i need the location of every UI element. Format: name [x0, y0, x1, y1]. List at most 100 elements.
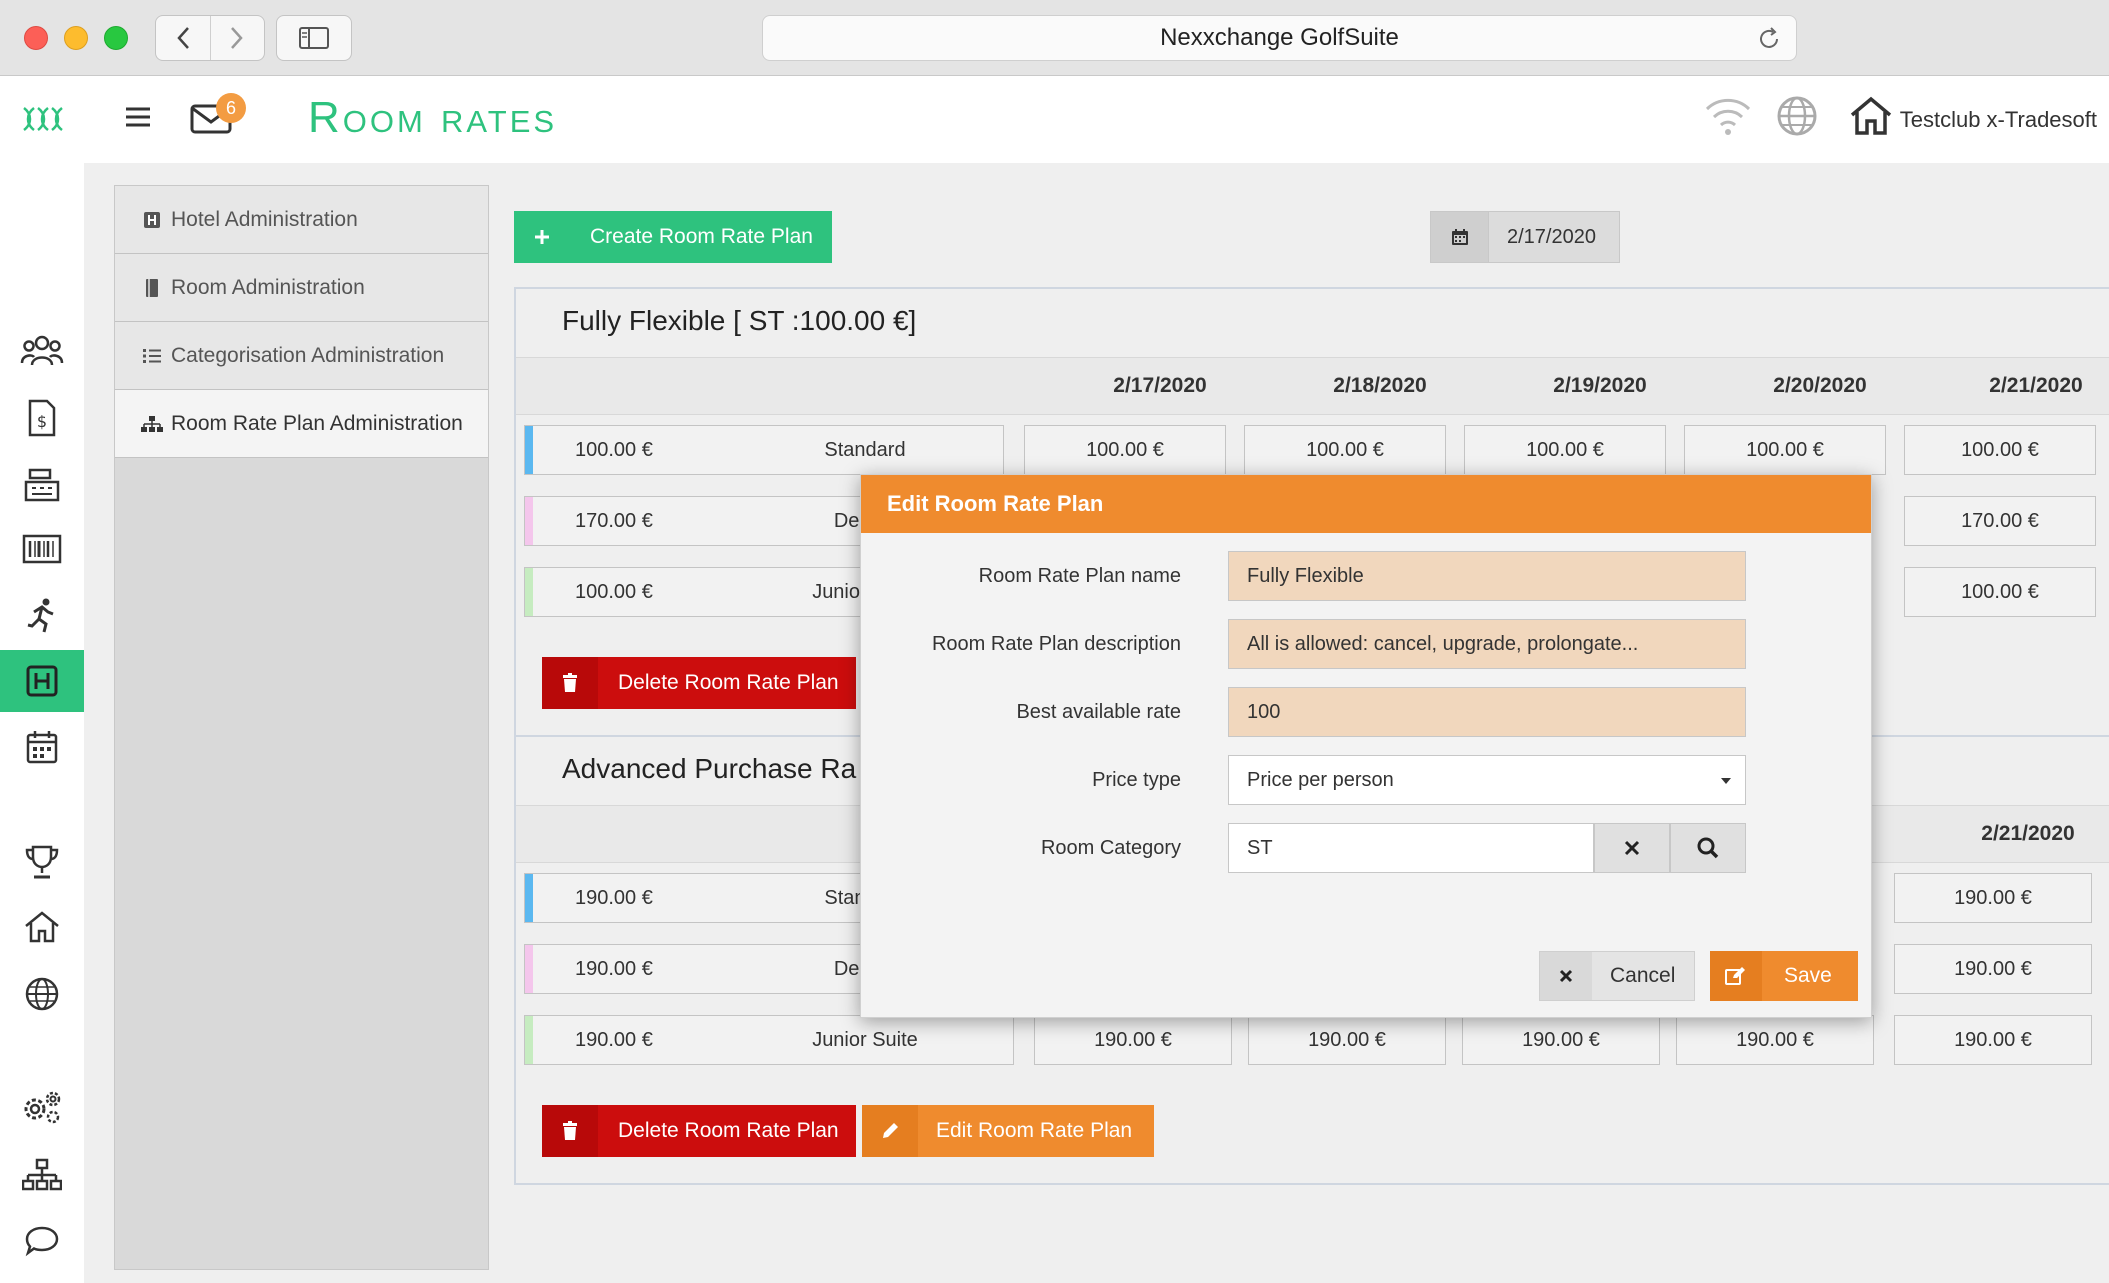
address-bar[interactable]: Nexxchange GolfSuite	[762, 15, 1797, 61]
rail-invoices[interactable]: $	[0, 387, 84, 449]
clear-category-button[interactable]	[1594, 823, 1670, 873]
room-rate-plan-name-input[interactable]: Fully Flexible	[1228, 551, 1746, 601]
rate-cell[interactable]: 100.00 €	[1684, 425, 1886, 475]
admin-menu-room[interactable]: Room Administration	[115, 254, 488, 322]
row-base-price: 190.00 €	[575, 887, 653, 909]
create-room-rate-plan-label: Create Room Rate Plan	[590, 225, 813, 248]
menu-icon[interactable]	[124, 105, 152, 129]
rail-chat[interactable]	[0, 1210, 84, 1272]
form-row-name: Room Rate Plan name Fully Flexible	[861, 551, 1873, 601]
create-room-rate-plan-button[interactable]: Create Room Rate Plan	[514, 211, 832, 263]
rail-home[interactable]	[0, 896, 84, 958]
description-label: Room Rate Plan description	[931, 633, 1181, 655]
rate-cell[interactable]: 100.00 €	[1464, 425, 1666, 475]
cancel-label: Cancel	[1610, 964, 1676, 987]
plan-title: Fully Flexible [ ST :100.00 €]	[562, 305, 917, 336]
rail-web[interactable]	[0, 963, 84, 1025]
rail-calendar[interactable]	[0, 716, 84, 778]
app-header: 6 Room rates Testclub x-Tradesoft	[0, 77, 2109, 163]
date-column-header: 2/21/2020	[1981, 822, 2075, 845]
globe-icon[interactable]	[1776, 95, 1818, 137]
chevron-right-icon	[231, 27, 243, 49]
admin-menu-hotel[interactable]: Hotel Administration	[115, 186, 488, 254]
date-column-header: 2/21/2020	[1989, 374, 2083, 397]
row-base-price: 190.00 €	[575, 1029, 653, 1051]
admin-menu-label: Room Administration	[171, 275, 365, 299]
rate-cell[interactable]: 170.00 €	[1904, 496, 2096, 546]
back-button[interactable]	[156, 16, 211, 60]
date-picker[interactable]: 2/17/2020	[1430, 211, 1620, 263]
dialog-title: Edit Room Rate Plan	[861, 475, 1871, 533]
admin-menu-label: Categorisation Administration	[171, 343, 445, 367]
forward-button[interactable]	[211, 16, 265, 60]
rate-cell[interactable]: 190.00 €	[1248, 1015, 1446, 1065]
delete-room-rate-plan-button[interactable]: Delete Room Rate Plan	[542, 657, 856, 709]
date-column-header: 2/17/2020	[1113, 374, 1207, 397]
home-icon[interactable]	[1848, 95, 1894, 137]
delete-room-rate-plan-button[interactable]: Delete Room Rate Plan	[542, 1105, 856, 1157]
book-icon	[141, 278, 163, 298]
edit-room-rate-plan-button[interactable]: Edit Room Rate Plan	[862, 1105, 1154, 1157]
rail-barcode[interactable]	[0, 518, 84, 580]
room-rate-plan-description-input[interactable]: All is allowed: cancel, upgrade, prolong…	[1228, 619, 1746, 669]
admin-menu-room-rate-plan[interactable]: Room Rate Plan Administration	[115, 390, 488, 458]
close-window-button[interactable]	[24, 26, 48, 50]
row-base-price: 170.00 €	[575, 510, 653, 532]
caret-down-icon	[1721, 778, 1731, 784]
rate-cell[interactable]: 190.00 €	[1894, 944, 2092, 994]
form-row-description: Room Rate Plan description All is allowe…	[861, 619, 1873, 669]
room-category-input[interactable]: ST	[1228, 823, 1594, 873]
row-color-bar	[525, 945, 533, 993]
search-category-button[interactable]	[1670, 823, 1746, 873]
close-icon	[1624, 840, 1640, 856]
price-type-label: Price type	[1092, 769, 1181, 791]
name-label: Room Rate Plan name	[978, 565, 1181, 587]
search-icon	[1697, 837, 1719, 859]
app-logo-icon[interactable]	[20, 104, 64, 134]
rail-hotel[interactable]	[0, 650, 84, 712]
calendar-icon	[1431, 212, 1489, 262]
chat-icon	[25, 1226, 59, 1257]
reload-icon[interactable]	[1756, 26, 1782, 52]
globe-icon	[25, 977, 59, 1011]
gears-icon	[24, 1091, 61, 1124]
edit-room-rate-plan-dialog: Edit Room Rate Plan Room Rate Plan name …	[860, 474, 1872, 1018]
row-base-price: 100.00 €	[575, 439, 653, 461]
rail-cashier[interactable]	[0, 454, 84, 516]
sitemap-icon	[141, 415, 163, 433]
rate-cell[interactable]: 190.00 €	[1894, 1015, 2092, 1065]
plus-icon	[514, 211, 570, 263]
minimize-window-button[interactable]	[64, 26, 88, 50]
rail-tournaments[interactable]	[0, 831, 84, 893]
row-base-price: 100.00 €	[575, 581, 653, 603]
rate-cell[interactable]: 190.00 €	[1894, 873, 2092, 923]
rail-members[interactable]	[0, 320, 84, 382]
rate-cell[interactable]: 100.00 €	[1024, 425, 1226, 475]
admin-menu-categorisation[interactable]: Categorisation Administration	[115, 322, 488, 390]
rail-activities[interactable]	[0, 585, 84, 647]
list-icon	[141, 348, 163, 364]
rate-cell[interactable]: 100.00 €	[1904, 567, 2096, 617]
rate-cell[interactable]: 100.00 €	[1244, 425, 1446, 475]
rate-cell[interactable]: 190.00 €	[1676, 1015, 1874, 1065]
rate-cell[interactable]: 190.00 €	[1034, 1015, 1232, 1065]
rail-structure[interactable]	[0, 1144, 84, 1206]
rate-cell[interactable]: 190.00 €	[1462, 1015, 1660, 1065]
rate-cell[interactable]: 100.00 €	[1904, 425, 2096, 475]
club-name[interactable]: Testclub x-Tradesoft	[1900, 107, 2097, 133]
cancel-button[interactable]: Cancel	[1539, 951, 1695, 1001]
wifi-icon	[1705, 98, 1751, 135]
price-type-select[interactable]: Price per person	[1228, 755, 1746, 805]
sidebar-toggle-button[interactable]	[276, 15, 352, 61]
zoom-window-button[interactable]	[104, 26, 128, 50]
row-color-bar	[525, 497, 533, 545]
form-row-price-type: Price type Price per person	[861, 755, 1873, 805]
page-url-title: Nexxchange GolfSuite	[1160, 24, 1399, 51]
form-row-room-category: Room Category ST	[861, 823, 1873, 873]
save-button[interactable]: Save	[1710, 951, 1858, 1001]
barcode-icon	[22, 534, 62, 564]
trash-icon	[542, 657, 598, 709]
rail-settings[interactable]	[0, 1076, 84, 1138]
trophy-icon	[25, 845, 59, 879]
best-available-rate-input[interactable]: 100	[1228, 687, 1746, 737]
